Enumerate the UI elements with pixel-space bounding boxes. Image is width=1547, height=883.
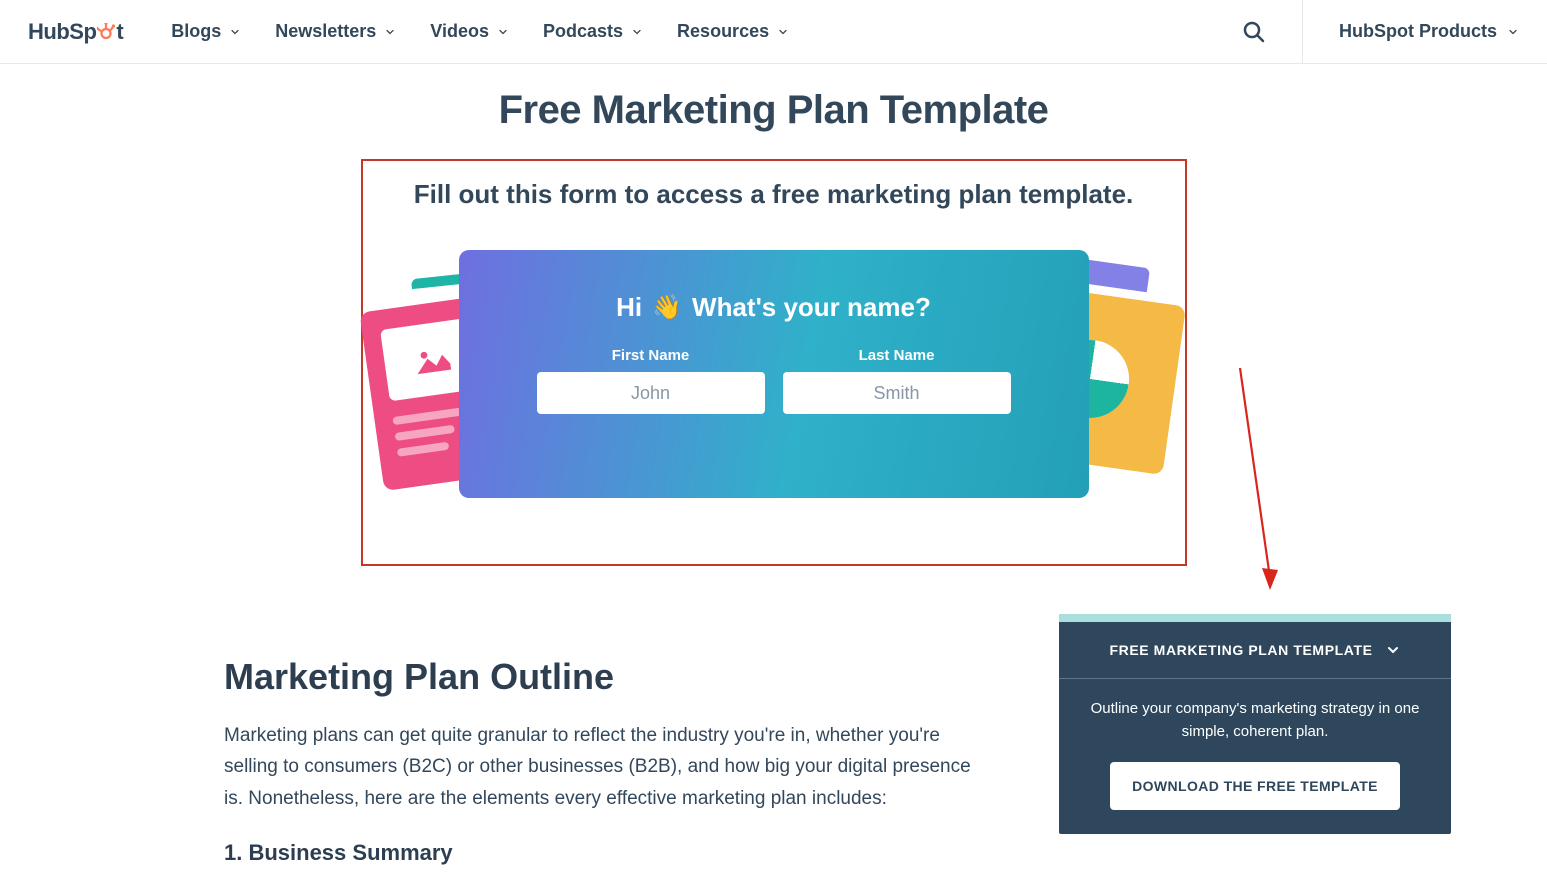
download-template-button[interactable]: DOWNLOAD THE FREE TEMPLATE	[1110, 762, 1400, 810]
chevron-down-icon	[1385, 642, 1401, 658]
waving-hand-icon: 👋	[652, 293, 682, 322]
chevron-down-icon	[631, 26, 643, 38]
top-nav: HubSp t Blogs Newsletters Videos Podcast…	[0, 0, 1547, 64]
offer-illustration: Hi 👋 What's your name? First Name Last N…	[387, 250, 1161, 530]
form-question-pre: Hi	[616, 292, 642, 323]
form-question-post: What's your name?	[692, 292, 931, 323]
nav-item-blogs[interactable]: Blogs	[171, 21, 241, 42]
decor-line	[394, 425, 455, 441]
nav-item-videos[interactable]: Videos	[430, 21, 509, 42]
offer-lead-text: Fill out this form to access a free mark…	[387, 179, 1161, 210]
article-body: Marketing Plan Outline Marketing plans c…	[224, 656, 984, 866]
nav-label: Blogs	[171, 21, 221, 42]
annotation-arrow	[1230, 368, 1290, 604]
chevron-down-icon	[497, 26, 509, 38]
nav-item-newsletters[interactable]: Newsletters	[275, 21, 396, 42]
panel-title: FREE MARKETING PLAN TEMPLATE	[1109, 642, 1372, 658]
nav-label: HubSpot Products	[1339, 21, 1497, 42]
first-name-label: First Name	[612, 347, 690, 364]
nav-label: Newsletters	[275, 21, 376, 42]
chevron-down-icon	[1507, 26, 1519, 38]
offer-highlight-box: Fill out this form to access a free mark…	[361, 159, 1187, 566]
page-title: Free Marketing Plan Template	[0, 88, 1547, 133]
decor-line	[396, 442, 449, 457]
first-name-input[interactable]	[537, 372, 765, 414]
form-question: Hi 👋 What's your name?	[616, 292, 931, 323]
nav-item-resources[interactable]: Resources	[677, 21, 789, 42]
signup-form-card: Hi 👋 What's your name? First Name Last N…	[459, 250, 1089, 498]
last-name-label: Last Name	[859, 347, 935, 364]
decor-line	[392, 407, 462, 425]
search-icon[interactable]	[1242, 20, 1266, 44]
nav-label: Podcasts	[543, 21, 623, 42]
panel-header-toggle[interactable]: FREE MARKETING PLAN TEMPLATE	[1059, 622, 1451, 679]
logo-text-pre: HubSp	[28, 19, 96, 45]
panel-description: Outline your company's marketing strateg…	[1081, 697, 1429, 744]
section-paragraph: Marketing plans can get quite granular t…	[224, 720, 984, 814]
cta-slidein-panel: FREE MARKETING PLAN TEMPLATE Outline you…	[1059, 614, 1451, 834]
chevron-down-icon	[229, 26, 241, 38]
nav-menu: Blogs Newsletters Videos Podcasts Resour…	[171, 21, 789, 42]
sprocket-icon	[97, 23, 115, 41]
nav-item-products[interactable]: HubSpot Products	[1339, 21, 1519, 42]
nav-item-podcasts[interactable]: Podcasts	[543, 21, 643, 42]
nav-label: Videos	[430, 21, 489, 42]
section-heading: Marketing Plan Outline	[224, 656, 984, 698]
last-name-input[interactable]	[783, 372, 1011, 414]
chevron-down-icon	[384, 26, 396, 38]
nav-divider	[1302, 0, 1303, 64]
hubspot-logo[interactable]: HubSp t	[28, 19, 123, 45]
chevron-down-icon	[777, 26, 789, 38]
nav-label: Resources	[677, 21, 769, 42]
panel-accent-bar	[1059, 614, 1451, 622]
subsection-heading: 1. Business Summary	[224, 840, 984, 866]
logo-text-post: t	[116, 19, 123, 45]
